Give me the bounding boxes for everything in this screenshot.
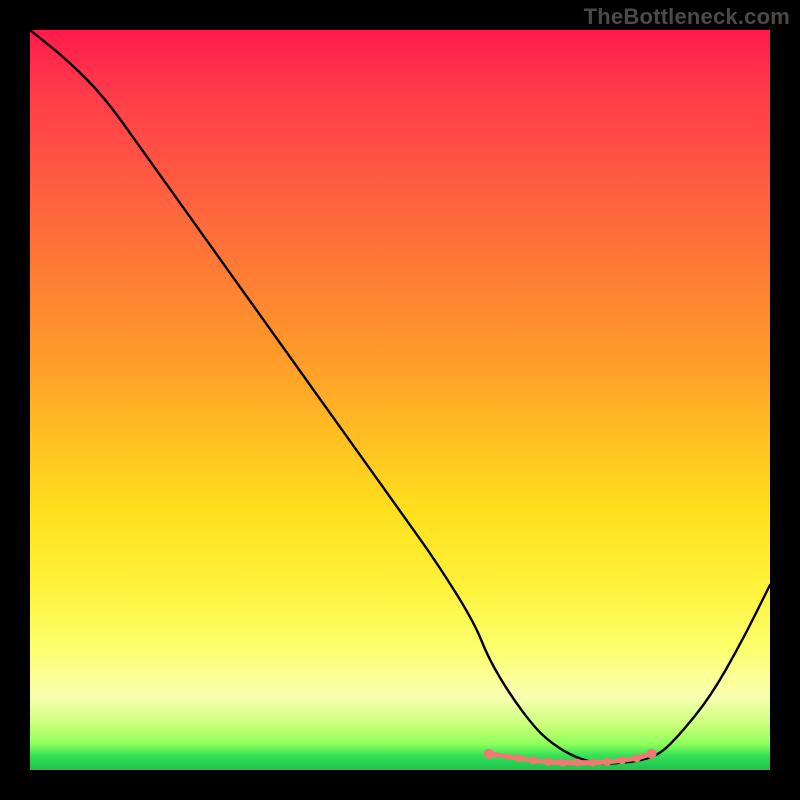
- marker-dot: [514, 754, 522, 762]
- marker-dot: [633, 754, 641, 762]
- chart-svg: [30, 30, 770, 770]
- watermark-text: TheBottleneck.com: [584, 4, 790, 30]
- marker-dot: [618, 756, 626, 764]
- marker-dot: [544, 758, 552, 766]
- marker-connector: [637, 754, 652, 759]
- marker-connector: [489, 754, 519, 759]
- marker-dot: [647, 749, 657, 759]
- marker-dot: [529, 756, 537, 764]
- optimal-range-markers: [484, 749, 657, 767]
- marker-connector: [592, 762, 607, 763]
- marker-dot: [559, 759, 567, 767]
- marker-dot: [484, 749, 494, 759]
- chart-frame: TheBottleneck.com: [0, 0, 800, 800]
- marker-dot: [603, 758, 611, 766]
- marker-dot: [588, 759, 596, 767]
- bottleneck-curve: [30, 30, 770, 764]
- marker-connector: [622, 758, 637, 760]
- marker-connector: [548, 762, 563, 763]
- plot-area: [30, 30, 770, 770]
- marker-connector: [533, 760, 548, 762]
- marker-dot: [574, 759, 582, 767]
- marker-connector: [518, 758, 533, 760]
- marker-connector: [607, 760, 622, 762]
